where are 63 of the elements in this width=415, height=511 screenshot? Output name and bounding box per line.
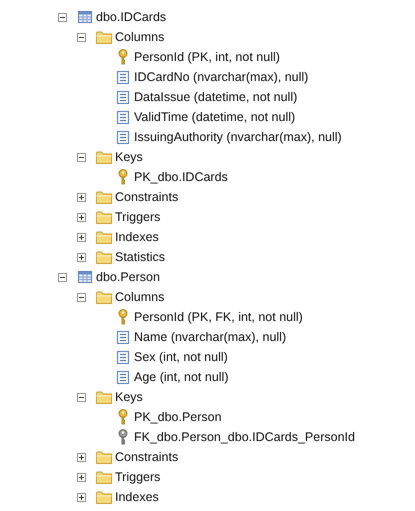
key-icon (118, 309, 128, 325)
folder-icon (96, 470, 112, 484)
column-icon (116, 110, 128, 124)
tree-item[interactable]: Statistics (115, 248, 166, 266)
folder-icon (96, 250, 112, 264)
key-icon (118, 429, 128, 445)
key-icon (118, 49, 128, 65)
tree-item[interactable]: Columns (115, 28, 164, 46)
tree-item[interactable]: IDCardNo (nvarchar(max), null) (134, 68, 308, 86)
column-icon (116, 350, 128, 364)
tree-item[interactable]: PersonId (PK, FK, int, not null) (134, 308, 303, 326)
key-icon (118, 169, 128, 185)
expand-icon[interactable] (77, 452, 86, 462)
tree-item[interactable]: Indexes (115, 228, 159, 246)
expand-icon[interactable] (77, 192, 86, 202)
tree-item[interactable]: Sex (int, not null) (134, 348, 228, 366)
tree-item[interactable]: Keys (115, 148, 143, 166)
folder-icon (96, 390, 112, 404)
tree-item[interactable]: Triggers (115, 208, 160, 226)
tree-item[interactable]: Constraints (115, 448, 178, 466)
tree-item[interactable]: Age (int, not null) (134, 368, 228, 386)
folder-icon (96, 490, 112, 504)
collapse-icon[interactable] (58, 272, 67, 282)
folder-icon (96, 450, 112, 464)
expand-icon[interactable] (77, 252, 86, 262)
tree-item[interactable]: PersonId (PK, int, not null) (134, 48, 280, 66)
column-icon (116, 90, 128, 104)
tree-item[interactable]: ValidTime (datetime, not null) (134, 108, 296, 126)
folder-icon (96, 150, 112, 164)
folder-icon (96, 190, 112, 204)
key-icon (118, 409, 128, 425)
tree-item[interactable]: FK_dbo.Person_dbo.IDCards_PersonId (134, 428, 355, 446)
expand-icon[interactable] (77, 232, 86, 242)
tree-item[interactable]: dbo.IDCards (96, 8, 166, 26)
collapse-icon[interactable] (77, 392, 86, 402)
folder-icon (96, 290, 112, 304)
folder-icon (96, 230, 112, 244)
folder-icon (96, 210, 112, 224)
column-icon (116, 370, 128, 384)
tree-item[interactable]: DataIssue (datetime, not null) (134, 88, 298, 106)
tree-item[interactable]: dbo.Person (96, 268, 160, 286)
tree-item[interactable]: Name (nvarchar(max), null) (134, 328, 286, 346)
expand-icon[interactable] (77, 212, 86, 222)
tree-item[interactable]: Columns (115, 288, 164, 306)
collapse-icon[interactable] (77, 152, 86, 162)
column-icon (116, 70, 128, 84)
expand-icon[interactable] (77, 472, 86, 482)
column-icon (116, 130, 128, 144)
tree-item[interactable]: PK_dbo.Person (134, 408, 222, 426)
tree-item[interactable]: Constraints (115, 188, 178, 206)
tree-item[interactable]: Indexes (115, 488, 159, 506)
collapse-icon[interactable] (77, 32, 86, 42)
tree-item[interactable]: PK_dbo.IDCards (134, 168, 228, 186)
collapse-icon[interactable] (77, 292, 86, 302)
table-icon (78, 271, 92, 283)
tree-item[interactable]: Keys (115, 388, 143, 406)
collapse-icon[interactable] (58, 12, 67, 22)
expand-icon[interactable] (77, 492, 86, 502)
column-icon (116, 330, 128, 344)
folder-icon (96, 30, 112, 44)
tree-item[interactable]: Triggers (115, 468, 160, 486)
table-icon (78, 11, 92, 23)
tree-item[interactable]: IssuingAuthority (nvarchar(max), null) (134, 128, 342, 146)
